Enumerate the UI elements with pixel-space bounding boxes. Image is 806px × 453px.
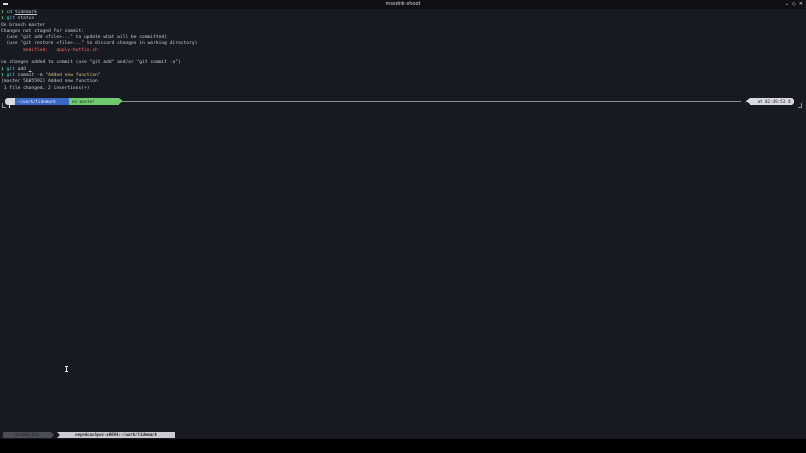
window-title: mssdnk-shoot [385,1,421,7]
terminal-text: commit -m [14,72,46,78]
terminal-text: git [6,66,15,72]
terminal-text: modified: apply-hotfix.sh [1,47,98,53]
text-cursor [9,103,10,108]
minimize-icon[interactable]: ⌄ [785,0,789,9]
prompt-rule [121,101,741,102]
terminal-text: cd [6,10,15,15]
terminal-text: On branch master [1,22,46,28]
terminal-text: tidemark [14,10,37,15]
window-titlebar: mssdnk-shoot ⌄ ◇ ✕ [0,0,806,9]
terminal-text: 1 file changed, 2 insertions(+) [1,85,90,91]
terminal-text: no changes added to commit (use "git add… [1,60,181,66]
terminal-line: 1 file changed, 2 insertions(+) [1,86,805,92]
maximize-icon[interactable]: ◇ [792,0,796,9]
session-tab[interactable]: mssdnk-tui [3,432,54,438]
terminal-text: status [14,16,35,22]
prompt-frame-left [2,103,6,108]
terminal-text: (use "git restore <file>..." to discard … [1,41,198,47]
tmux-statusbar: mssdnk-tui veyndcachyos-x0084:~/work/tid… [0,431,806,439]
input-line[interactable] [1,103,803,109]
window-tab-active[interactable]: veyndcachyos-x0084:~/work/tidemark [57,432,175,438]
terminal-text: "Added new function" [45,72,101,78]
terminal-text: git [6,16,15,22]
terminal-text: (use "git add <file>..." to update what … [1,35,167,41]
terminal-text: . [28,66,32,72]
window-controls: ⌄ ◇ ✕ [785,0,803,9]
close-icon[interactable]: ✕ [799,0,803,9]
terminal-text: Changes not staged for commit: [1,28,84,34]
terminal-text: add [14,66,29,72]
terminal-output[interactable]: ❯ cd tidemark ❯ git status On branch maste… [1,10,805,92]
terminal-text: git [6,72,15,78]
prompt-frame-right [798,103,802,108]
screen-bottom-edge [0,439,806,453]
terminal-text: [master 5685592] Added new function [1,79,98,85]
mouse-ibeam-icon [65,366,68,372]
